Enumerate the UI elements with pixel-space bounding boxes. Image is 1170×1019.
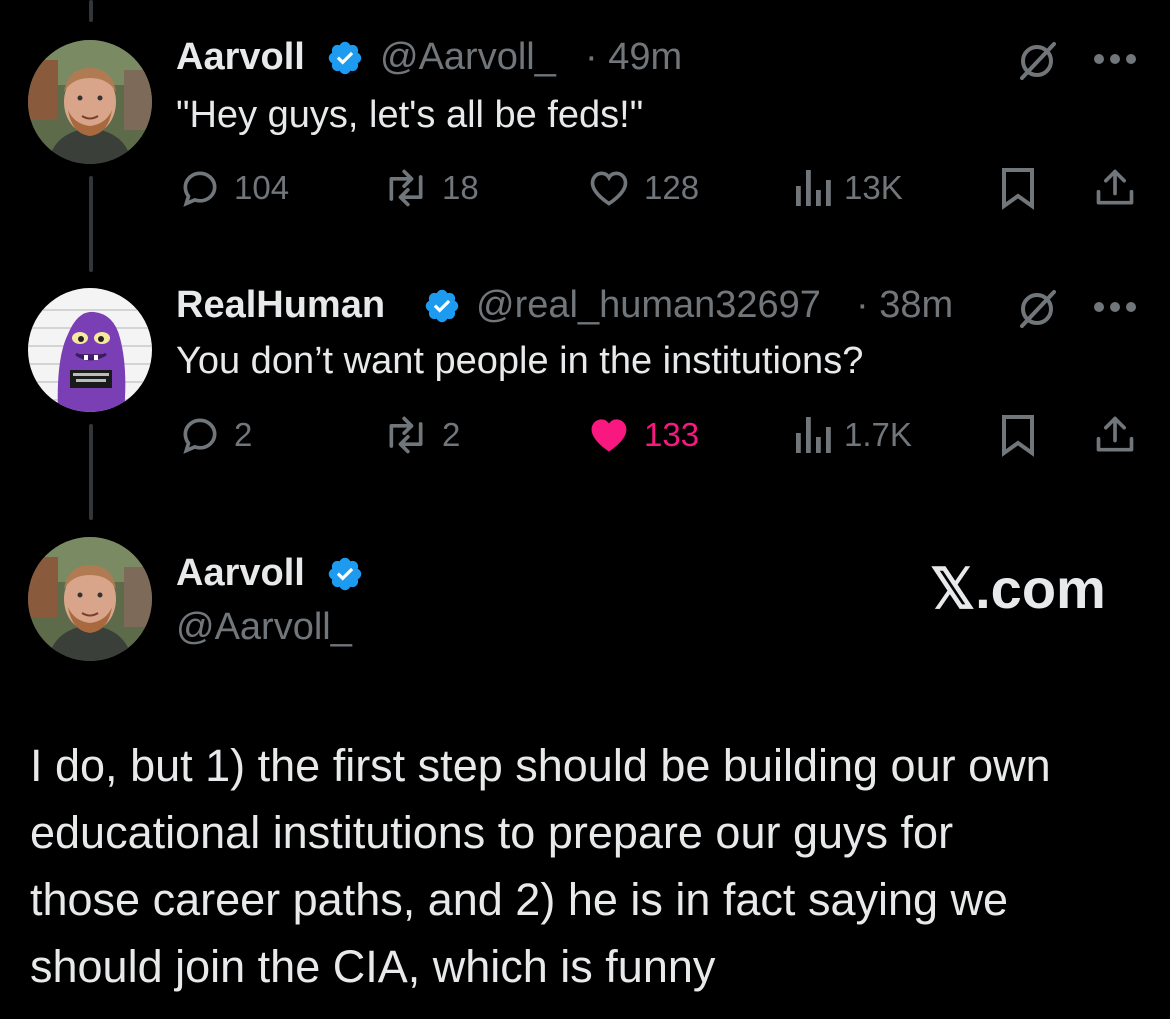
- author-handle[interactable]: @Aarvoll_: [380, 36, 556, 79]
- repost-button[interactable]: 18: [382, 166, 479, 210]
- tweet-text: You don’t want people in the institution…: [176, 340, 864, 382]
- reply-button[interactable]: 104: [178, 166, 289, 210]
- like-count: 133: [644, 416, 700, 453]
- like-count: 128: [644, 169, 700, 206]
- author-name[interactable]: Aarvoll: [176, 552, 305, 595]
- main-tweet-line: should join the CIA, which is funny: [30, 941, 716, 992]
- like-button[interactable]: 133: [586, 413, 699, 457]
- views-icon: [796, 170, 831, 206]
- reply-button[interactable]: 2: [178, 413, 252, 457]
- author-name[interactable]: Aarvoll: [176, 36, 305, 79]
- tweet-time[interactable]: · 38m: [856, 284, 953, 327]
- bookmark-icon[interactable]: [998, 166, 1038, 210]
- avatar-realhuman[interactable]: [28, 288, 152, 412]
- author-handle[interactable]: @Aarvoll_: [176, 606, 352, 649]
- repost-icon: [389, 169, 423, 207]
- views-count: 13K: [844, 169, 903, 206]
- like-button[interactable]: 128: [586, 166, 699, 210]
- reply-icon: [183, 171, 217, 207]
- share-icon[interactable]: [1092, 413, 1138, 457]
- views-button[interactable]: 1.7K: [792, 413, 912, 457]
- repost-button[interactable]: 2: [382, 413, 460, 457]
- like-icon: [591, 419, 627, 452]
- main-tweet-line: I do, but 1) the first step should be bu…: [30, 740, 1051, 791]
- main-tweet-text: I do, but 1) the first step should be bu…: [30, 732, 1140, 1000]
- verified-badge-icon: [328, 41, 362, 75]
- share-icon[interactable]: [1092, 166, 1138, 210]
- reply-count: 104: [234, 169, 290, 206]
- repost-count: 2: [442, 416, 461, 453]
- thread-line-2: [89, 424, 93, 520]
- avatar-aarvoll[interactable]: [28, 40, 152, 164]
- thread-line-1: [89, 176, 93, 272]
- tweet-time[interactable]: · 49m: [585, 36, 682, 79]
- reply-icon: [183, 418, 217, 454]
- more-icon[interactable]: [1092, 52, 1138, 66]
- views-button[interactable]: 13K: [792, 166, 903, 210]
- views-count: 1.7K: [844, 416, 912, 453]
- repost-icon: [389, 416, 423, 454]
- main-tweet-line: those career paths, and 2) he is in fact…: [30, 874, 1009, 925]
- author-name[interactable]: RealHuman: [176, 284, 385, 327]
- grok-icon[interactable]: [1016, 288, 1058, 330]
- verified-badge-icon: [425, 289, 459, 323]
- grok-icon[interactable]: [1016, 40, 1058, 82]
- bookmark-icon[interactable]: [998, 413, 1038, 457]
- x-brand-watermark: 𝕏.com: [930, 557, 1106, 620]
- thread-line-top: [89, 0, 93, 22]
- author-handle[interactable]: @real_human32697: [476, 284, 821, 327]
- verified-badge-icon: [328, 557, 362, 591]
- repost-count: 18: [442, 169, 479, 206]
- reply-count: 2: [234, 416, 253, 453]
- like-icon: [590, 171, 628, 206]
- avatar-aarvoll[interactable]: [28, 537, 152, 661]
- tweet-text: "Hey guys, let's all be feds!": [176, 94, 644, 136]
- more-icon[interactable]: [1092, 300, 1138, 314]
- main-tweet-line: educational institutions to prepare our …: [30, 807, 954, 858]
- views-icon: [796, 417, 831, 453]
